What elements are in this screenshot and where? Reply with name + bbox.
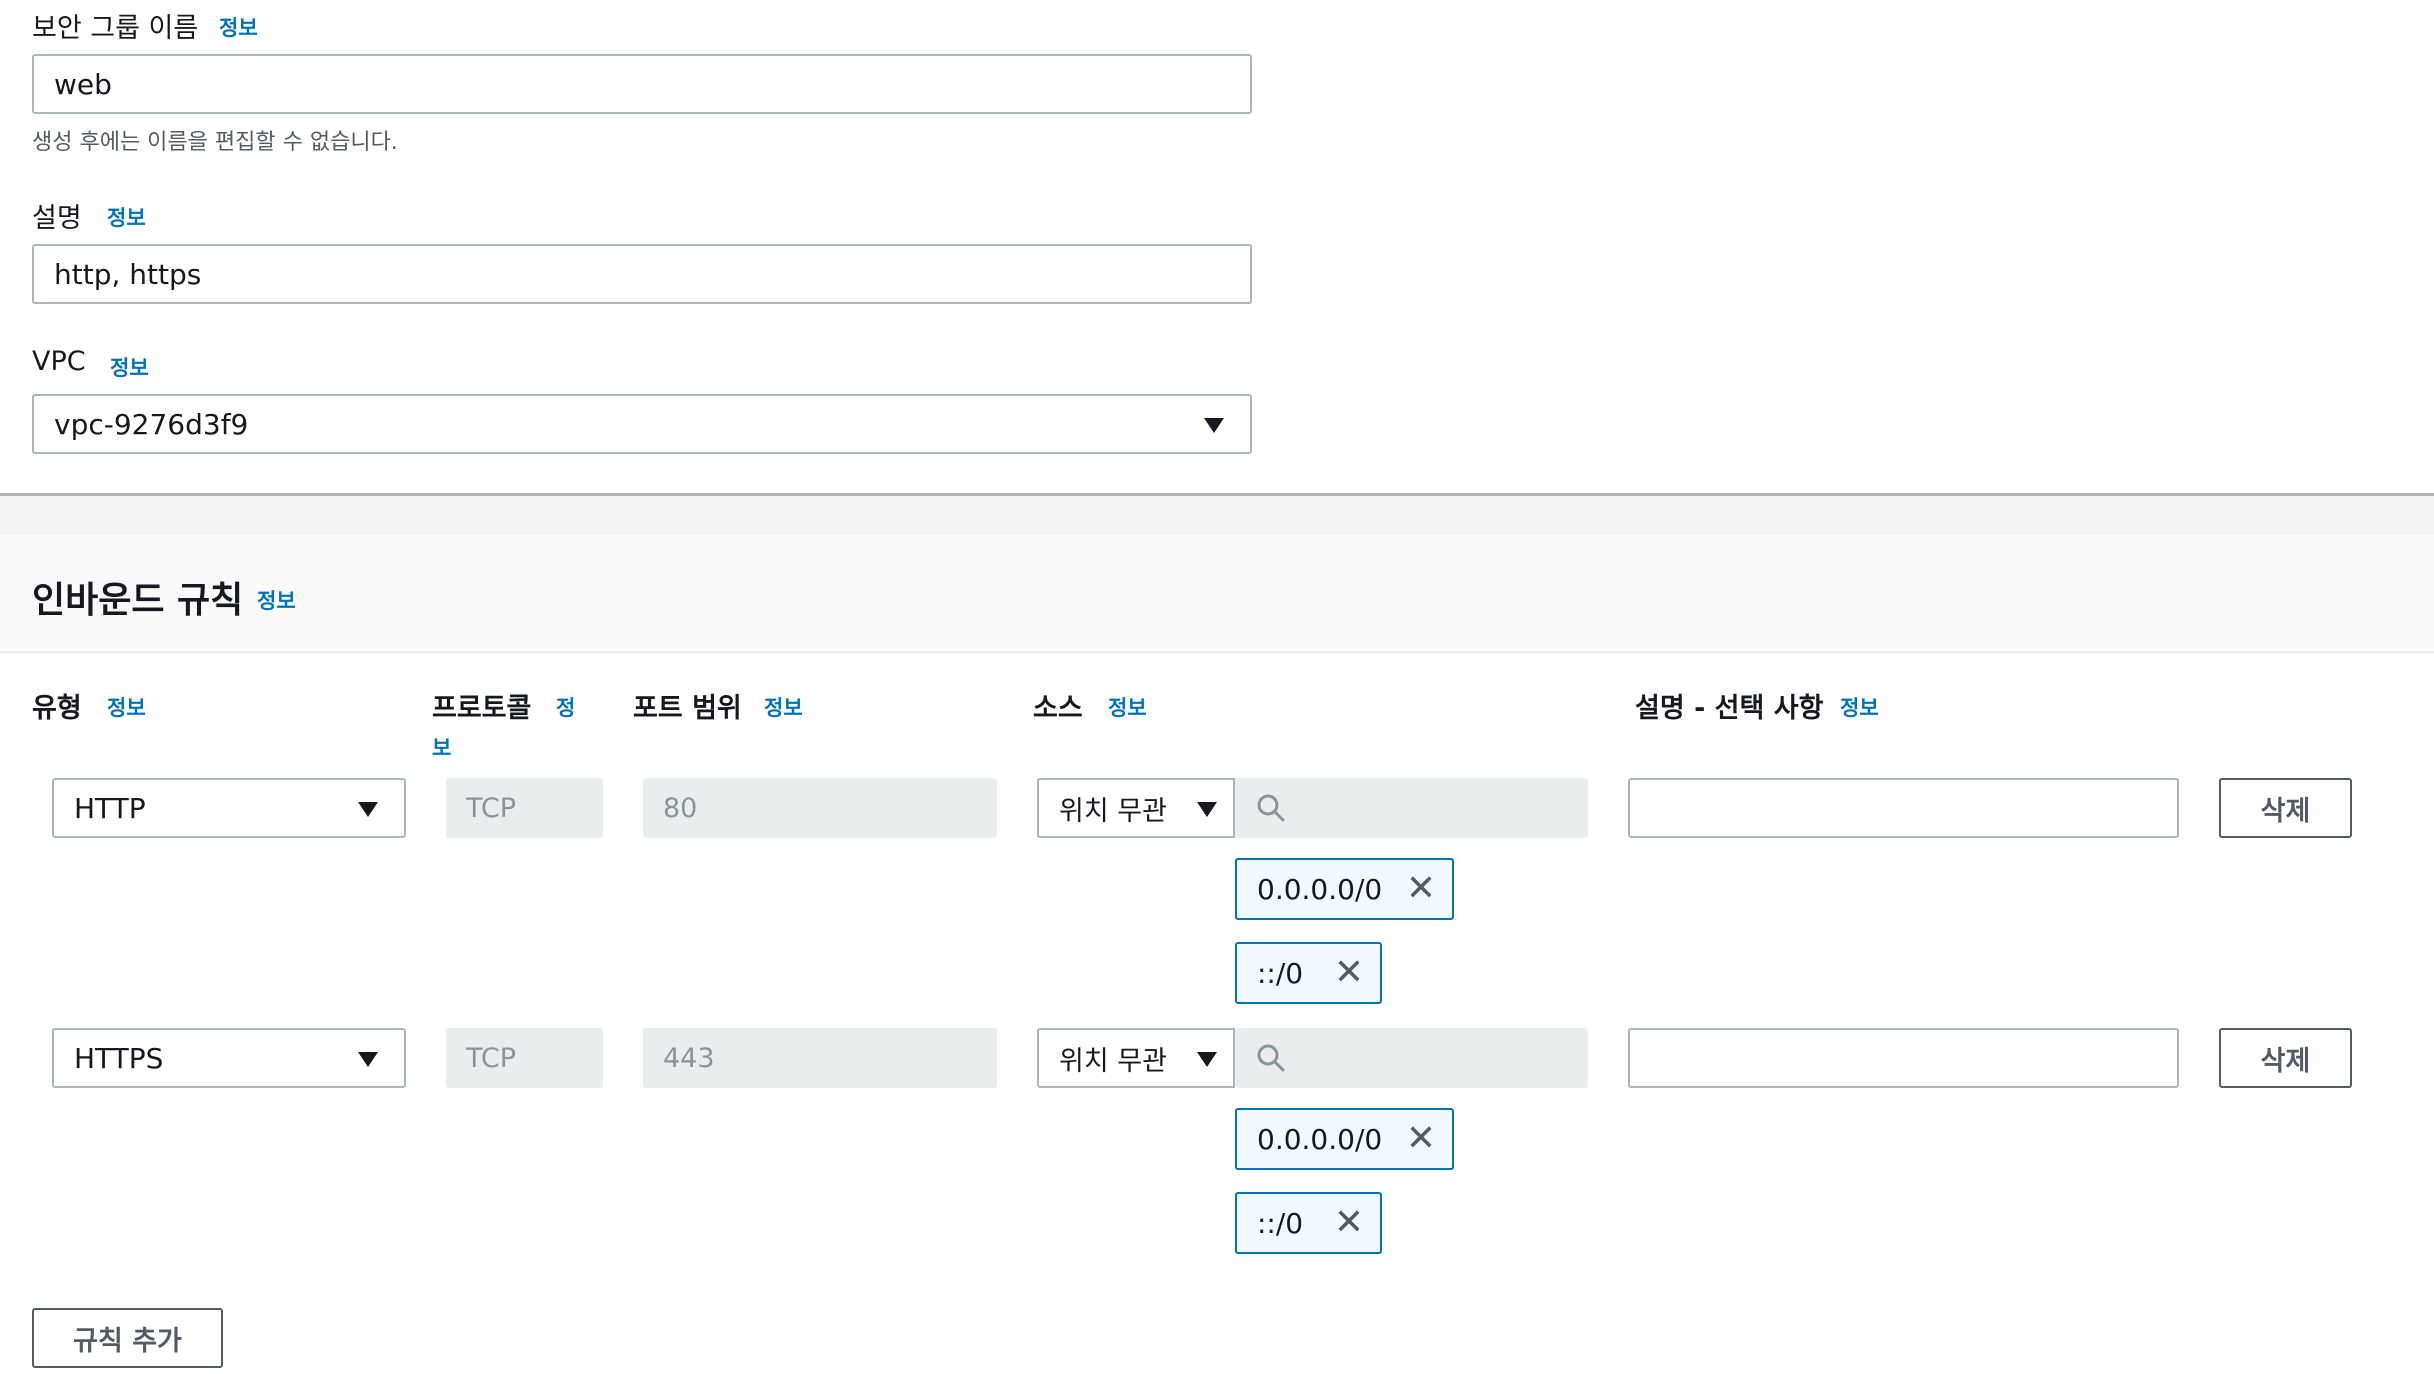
source-cidr-value: 0.0.0.0/0 (1257, 872, 1383, 906)
rule-type-select[interactable]: HTTP (52, 778, 406, 838)
close-icon[interactable]: ✕ (1334, 955, 1364, 991)
source-cidr-token: ::/0 ✕ (1235, 1192, 1382, 1254)
caret-down-icon (1197, 802, 1217, 817)
rule-type-select[interactable]: HTTPS (52, 1028, 406, 1088)
rule-description-input[interactable] (1628, 778, 2179, 838)
inbound-rules-info-link[interactable]: 정보 (257, 585, 296, 615)
description-info-link[interactable]: 정보 (107, 202, 146, 232)
source-cidr-value: ::/0 (1257, 956, 1304, 990)
rule-port-range-value: 80 (663, 792, 698, 824)
source-cidr-value: ::/0 (1257, 1206, 1304, 1240)
caret-down-icon (358, 802, 378, 817)
rule-type-value: HTTP (74, 791, 146, 825)
add-rule-button[interactable]: 규칙 추가 (32, 1308, 223, 1368)
rule-protocol-field: TCP (446, 1028, 603, 1088)
col-protocol-info-link-1[interactable]: 정 (556, 692, 575, 722)
group-name-input[interactable]: web (32, 54, 1252, 114)
source-cidr-token: 0.0.0.0/0 ✕ (1235, 1108, 1454, 1170)
rule-source-select-value: 위치 무관 (1059, 795, 1167, 827)
rule-type-value: HTTPS (74, 1041, 164, 1075)
description-value: http, https (54, 257, 202, 291)
col-description-info-link[interactable]: 정보 (1840, 692, 1879, 722)
vpc-value: vpc-9276d3f9 (54, 407, 249, 441)
description-label: 설명 (32, 203, 82, 234)
close-icon[interactable]: ✕ (1406, 871, 1436, 907)
rule-port-range-field: 80 (643, 778, 997, 838)
search-icon (1257, 794, 1285, 822)
rule-protocol-field: TCP (446, 778, 603, 838)
vpc-select[interactable]: vpc-9276d3f9 (32, 394, 1252, 454)
caret-down-icon (1204, 418, 1224, 433)
group-name-hint: 생성 후에는 이름을 편집할 수 없습니다. (32, 130, 398, 155)
vpc-label: VPC (32, 346, 86, 377)
source-cidr-token: 0.0.0.0/0 ✕ (1235, 858, 1454, 920)
rule-protocol-value: TCP (466, 792, 517, 824)
col-type: 유형 (32, 693, 82, 724)
close-icon[interactable]: ✕ (1334, 1205, 1364, 1241)
source-cidr-value: 0.0.0.0/0 (1257, 1122, 1383, 1156)
col-description: 설명 - 선택 사항 (1635, 693, 1824, 724)
inbound-rules-title: 인바운드 규칙 (32, 580, 244, 621)
inbound-rules-header: 인바운드 규칙 정보 (0, 535, 2434, 653)
col-protocol-info-link-2[interactable]: 보 (432, 732, 451, 762)
rule-source-select-value: 위치 무관 (1059, 1045, 1167, 1077)
rule-description-input[interactable] (1628, 1028, 2179, 1088)
rule-source-search-input[interactable] (1235, 1028, 1588, 1088)
rule-source-select[interactable]: 위치 무관 (1037, 778, 1235, 838)
col-type-info-link[interactable]: 정보 (107, 692, 146, 722)
delete-rule-button[interactable]: 삭제 (2219, 1028, 2352, 1088)
caret-down-icon (358, 1052, 378, 1067)
rule-port-range-field: 443 (643, 1028, 997, 1088)
caret-down-icon (1197, 1052, 1217, 1067)
group-name-label: 보안 그룹 이름 (32, 13, 199, 44)
col-source: 소스 (1033, 693, 1083, 724)
col-port-range: 포트 범위 (633, 693, 742, 724)
col-port-range-info-link[interactable]: 정보 (764, 692, 803, 722)
delete-rule-button[interactable]: 삭제 (2219, 778, 2352, 838)
col-protocol: 프로토콜 (432, 693, 532, 724)
search-icon (1257, 1044, 1285, 1072)
vpc-info-link[interactable]: 정보 (110, 352, 149, 382)
source-cidr-token: ::/0 ✕ (1235, 942, 1382, 1004)
section-divider (0, 493, 2434, 535)
description-input[interactable]: http, https (32, 244, 1252, 304)
rule-source-select[interactable]: 위치 무관 (1037, 1028, 1235, 1088)
group-name-value: web (54, 67, 112, 101)
rule-source-search-input[interactable] (1235, 778, 1588, 838)
rule-port-range-value: 443 (663, 1042, 715, 1074)
group-name-info-link[interactable]: 정보 (219, 12, 258, 42)
rule-protocol-value: TCP (466, 1042, 517, 1074)
col-source-info-link[interactable]: 정보 (1108, 692, 1147, 722)
close-icon[interactable]: ✕ (1406, 1121, 1436, 1157)
